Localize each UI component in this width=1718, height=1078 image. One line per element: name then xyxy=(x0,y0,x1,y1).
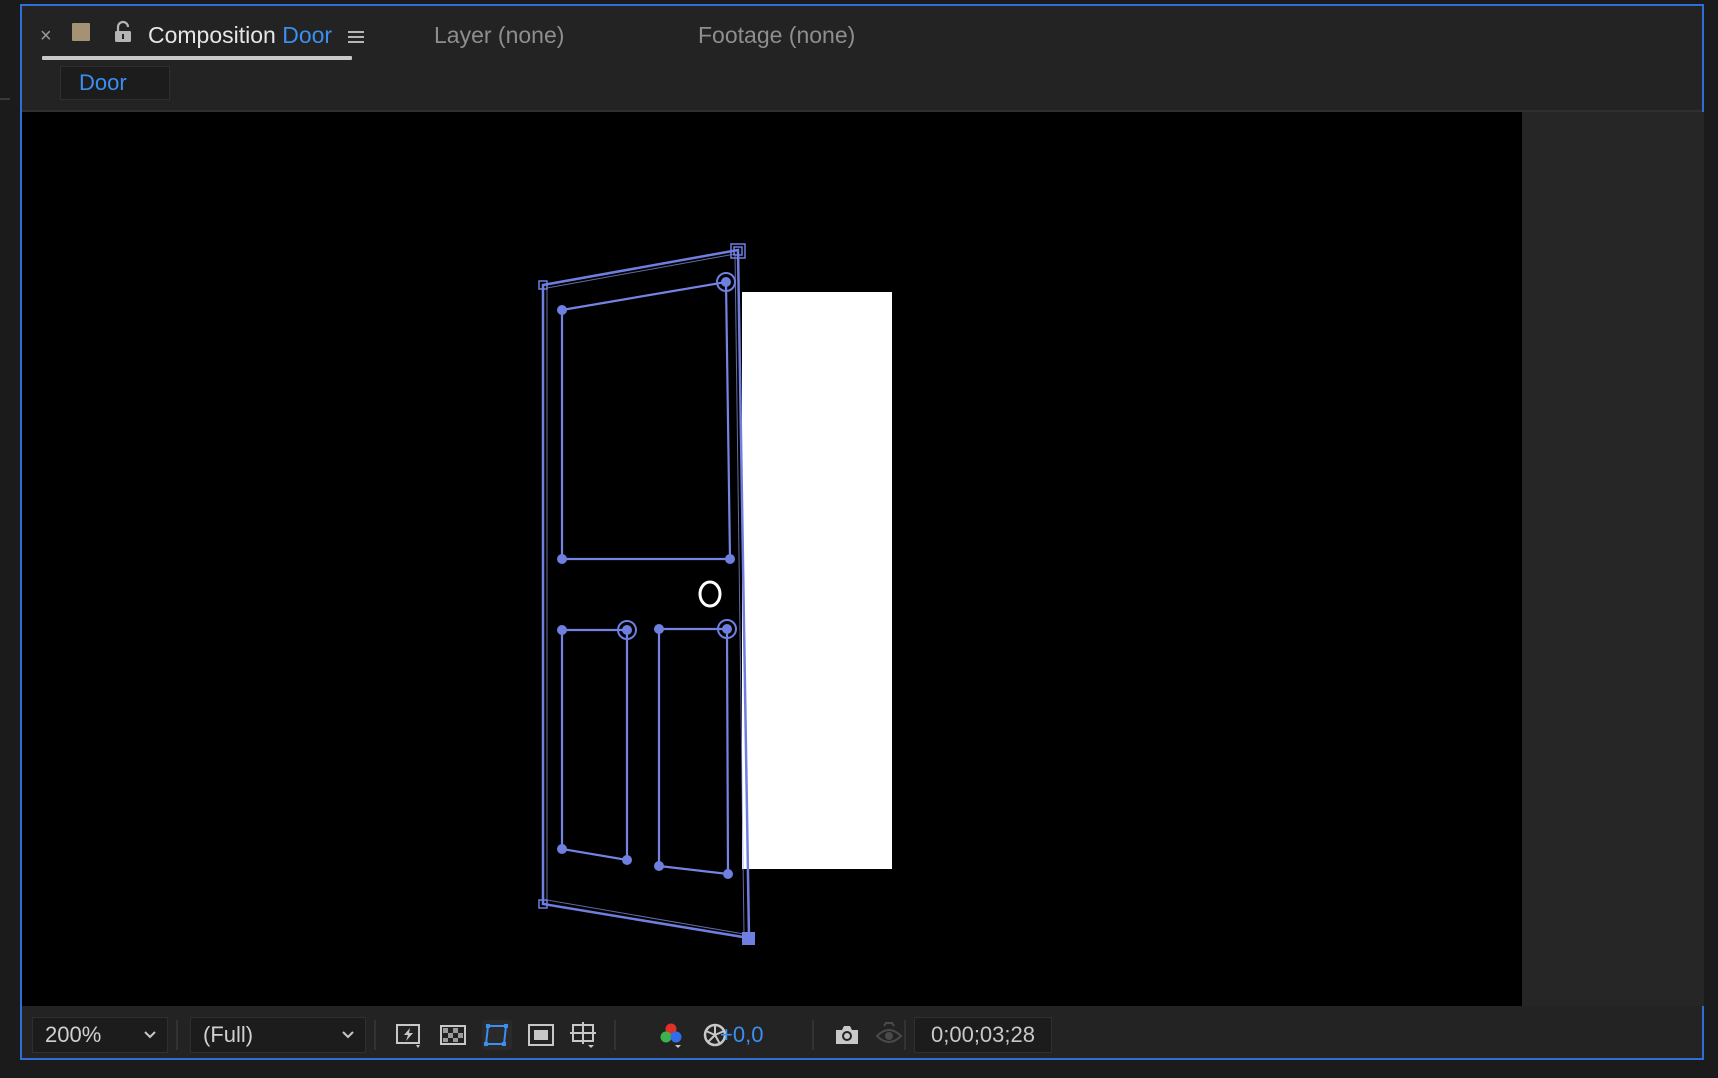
show-snapshot-icon[interactable] xyxy=(874,1020,904,1050)
grid-guides-icon[interactable] xyxy=(568,1020,598,1050)
first-vertex-markers[interactable] xyxy=(617,272,737,640)
viewer-toolbar: 200% (Full) +0,0 0;00;03;28 xyxy=(22,1012,1702,1058)
resolution-dropdown[interactable]: (Full) xyxy=(190,1017,366,1053)
active-tab-indicator xyxy=(42,56,352,60)
door-knob xyxy=(698,580,722,608)
fast-previews-icon[interactable] xyxy=(394,1020,424,1050)
exposure-value[interactable]: +0,0 xyxy=(720,1020,763,1050)
toolbar-separator xyxy=(374,1020,376,1050)
toolbar-separator xyxy=(812,1020,814,1050)
snapshot-icon[interactable] xyxy=(832,1020,862,1050)
door-top-panel-path[interactable] xyxy=(560,280,732,561)
label-color-swatch[interactable] xyxy=(72,23,90,41)
door-outline-path[interactable] xyxy=(541,248,751,940)
close-tab-button[interactable]: × xyxy=(40,26,52,46)
panel-tab-row: × Composition Door Layer (none) Footage … xyxy=(22,6,1702,64)
outline-corner-handles[interactable] xyxy=(538,243,746,909)
path-vertices[interactable] xyxy=(557,277,735,879)
magnification-dropdown[interactable]: 200% xyxy=(32,1017,168,1053)
region-of-interest-icon[interactable] xyxy=(526,1020,556,1050)
tab-composition[interactable]: Composition Door xyxy=(148,22,332,49)
left-panel-edge xyxy=(0,0,14,1078)
tab-footage[interactable]: Footage (none) xyxy=(698,22,855,49)
magnification-value: 200% xyxy=(45,1022,102,1047)
mask-path-visibility-icon[interactable] xyxy=(482,1020,512,1050)
door-outline-inner xyxy=(546,253,745,935)
comp-navigator-tab-door[interactable]: Door xyxy=(60,66,170,100)
transparency-grid-icon[interactable] xyxy=(438,1020,468,1050)
selected-vertex-handle[interactable] xyxy=(742,932,755,945)
composition-tab-name: Door xyxy=(282,22,333,48)
viewer-pasteboard xyxy=(1522,112,1704,1006)
composition-panel: × Composition Door Layer (none) Footage … xyxy=(20,4,1704,1060)
chevron-down-icon xyxy=(144,1031,156,1039)
composition-tab-label: Composition xyxy=(148,22,276,48)
door-lower-left-panel-path[interactable] xyxy=(560,628,629,862)
bottom-panel-edge xyxy=(0,1062,1718,1078)
chevron-down-icon xyxy=(342,1031,354,1039)
toolbar-separator xyxy=(176,1020,178,1050)
panel-menu-icon[interactable] xyxy=(346,29,366,45)
door-lower-right-panel-path[interactable] xyxy=(657,627,730,876)
composition-viewer[interactable] xyxy=(22,112,1522,1006)
show-channel-icon[interactable] xyxy=(656,1020,686,1050)
toolbar-separator xyxy=(614,1020,616,1050)
current-time-display[interactable]: 0;00;03;28 xyxy=(914,1017,1052,1053)
resolution-value: (Full) xyxy=(203,1022,254,1047)
lock-icon[interactable] xyxy=(112,20,134,44)
toolbar-separator xyxy=(904,1020,906,1050)
tab-layer[interactable]: Layer (none) xyxy=(434,22,564,49)
door-layer-artwork[interactable] xyxy=(22,112,1522,1006)
door-backing-rect xyxy=(742,292,892,869)
